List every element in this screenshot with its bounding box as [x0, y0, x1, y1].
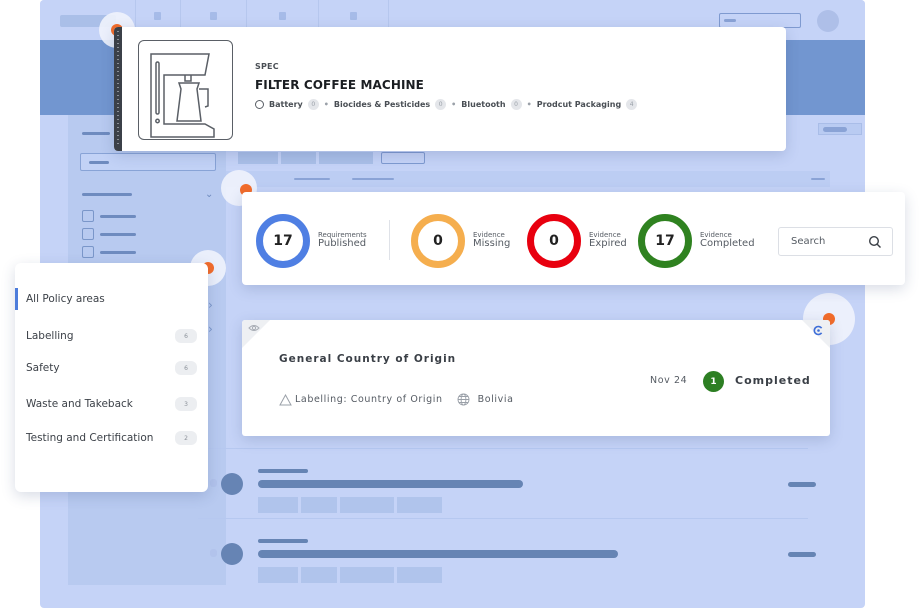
checkbox-label-placeholder: [100, 215, 136, 218]
policy-area-count: 3: [175, 397, 197, 411]
requirement-category: Labelling: Country of Origin: [295, 394, 443, 405]
search-placeholder: Search: [791, 236, 826, 247]
spec-card[interactable]: SPEC FILTER COFFEE MACHINE Battery 0 • B…: [114, 27, 786, 151]
checkbox[interactable]: [82, 246, 94, 258]
policy-area-all[interactable]: All Policy areas: [15, 287, 208, 311]
warning-triangle-icon: [279, 393, 292, 405]
spec-tag-count: 0: [510, 99, 522, 110]
stat-ring: 17: [638, 214, 692, 268]
policy-area-count: 6: [175, 329, 197, 343]
stats-card: 17 Requirements Published 0 Evidence Missi…: [242, 192, 905, 285]
spec-label: SPEC: [255, 62, 279, 71]
policy-area-label: Testing and Certification: [26, 432, 154, 444]
stage: ⌄ › › SPEC FILTER COFFEE MACHINE Battery…: [0, 0, 920, 608]
bullet-separator: •: [451, 100, 457, 109]
requirement-status: Completed: [735, 374, 811, 387]
policy-area-label: Labelling: [26, 330, 74, 342]
app-action-placeholder[interactable]: [818, 123, 862, 135]
policy-area-count: 6: [175, 361, 197, 375]
stats-divider: [389, 220, 390, 260]
breadcrumb-tag-placeholder: [381, 152, 425, 164]
policy-areas-menu: All Policy areas Labelling 6 Safety 6 Wa…: [15, 263, 208, 492]
search-icon[interactable]: [868, 235, 882, 249]
stat-evidence-expired[interactable]: 0 Evidence Expired: [527, 214, 627, 268]
requirement-region: Bolivia: [477, 394, 514, 405]
breadcrumb-placeholder: [238, 152, 278, 164]
spec-tag-label: Battery: [269, 100, 303, 109]
spec-card-stripe: [114, 27, 122, 151]
circle-icon: [255, 100, 264, 109]
policy-area-label: Safety: [26, 362, 60, 374]
stat-label: Completed: [700, 238, 755, 250]
bullet-separator: •: [323, 100, 329, 109]
checkbox[interactable]: [82, 210, 94, 222]
policy-area-safety[interactable]: Safety 6: [15, 356, 208, 380]
requirement-card[interactable]: General Country of Origin Labelling: Cou…: [242, 320, 830, 436]
policy-area-label: Waste and Takeback: [26, 398, 133, 410]
checkbox-label-placeholder: [100, 233, 136, 236]
chevron-right-icon[interactable]: ›: [208, 298, 213, 312]
spec-tag-label: Prodcut Packaging: [536, 100, 622, 109]
stat-ring: 0: [411, 214, 465, 268]
spec-title: FILTER COFFEE MACHINE: [255, 78, 424, 92]
stat-label: Missing: [473, 238, 511, 250]
checkbox-label-placeholder: [100, 251, 136, 254]
filter-group-placeholder: [82, 193, 132, 196]
list-item-placeholder: [198, 518, 816, 598]
breadcrumb-placeholder: [281, 152, 316, 164]
policy-area-waste-and-takeback[interactable]: Waste and Takeback 3: [15, 392, 208, 416]
chevron-right-icon[interactable]: ›: [208, 322, 213, 336]
requirement-date: Nov 24: [650, 375, 688, 386]
stat-requirements-published[interactable]: 17 Requirements Published: [256, 214, 367, 268]
app-search-placeholder[interactable]: [719, 13, 801, 28]
spec-tag-count: 4: [626, 99, 638, 110]
chevron-down-icon[interactable]: ⌄: [205, 189, 213, 200]
spec-tag-label: Biocides & Pesticides: [333, 100, 431, 109]
globe-icon: [457, 393, 470, 406]
spec-tags: Battery 0 • Biocides & Pesticides 0 • Bl…: [255, 99, 638, 110]
stat-evidence-completed[interactable]: 17 Evidence Completed: [638, 214, 755, 268]
bullet-separator: •: [526, 100, 532, 109]
refresh-icon[interactable]: [813, 325, 824, 336]
policy-area-labelling[interactable]: Labelling 6: [15, 324, 208, 348]
sidebar-search-placeholder[interactable]: [80, 153, 216, 171]
policy-area-testing-and-certification[interactable]: Testing and Certification 2: [15, 426, 208, 450]
spec-tag-count: 0: [435, 99, 447, 110]
spec-tag-count: 0: [307, 99, 319, 110]
requirement-title: General Country of Origin: [279, 353, 457, 365]
stat-label: Published: [318, 238, 367, 250]
list-item-placeholder: [198, 448, 816, 528]
sidebar-title-placeholder: [82, 132, 110, 135]
policy-area-count: 2: [175, 431, 197, 445]
requirement-meta: Labelling: Country of Origin Bolivia: [279, 393, 514, 406]
evidence-count-badge: 1: [703, 371, 724, 392]
eye-icon[interactable]: [248, 323, 260, 333]
stat-ring: 0: [527, 214, 581, 268]
breadcrumb-placeholder: [319, 152, 373, 164]
policy-area-label: All Policy areas: [26, 293, 105, 305]
checkbox[interactable]: [82, 228, 94, 240]
stat-ring: 17: [256, 214, 310, 268]
coffee-machine-icon: [138, 40, 233, 140]
stat-label: Expired: [589, 238, 627, 250]
spec-tag-label: Bluetooth: [461, 100, 506, 109]
table-header-placeholder: [226, 171, 830, 187]
app-avatar[interactable]: [817, 10, 839, 32]
stat-evidence-missing[interactable]: 0 Evidence Missing: [411, 214, 510, 268]
search-input[interactable]: Search: [778, 227, 893, 256]
